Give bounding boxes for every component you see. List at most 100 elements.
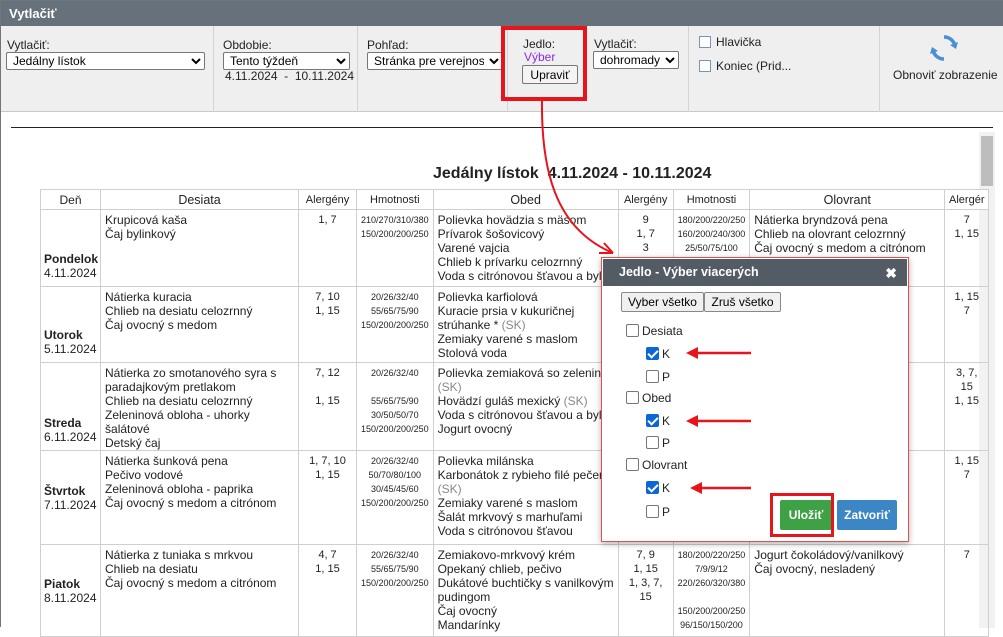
checkbox-olovrant[interactable]: [626, 458, 639, 471]
obed-cell: Polievka hovädzia s mäsom Prívarok šošovi…: [432, 209, 619, 287]
dish: Polievka zemiaková so zelenino: [437, 366, 608, 380]
option-olovrant-p[interactable]: P: [646, 505, 670, 519]
dish: Detský čaj: [105, 436, 161, 450]
weight-value: 150/200/200/250: [677, 606, 746, 616]
allergen-value: 1, 7, 10: [309, 455, 346, 467]
allergen-value: 1, 15: [633, 563, 658, 575]
header-checkbox[interactable]: Hlavička: [699, 35, 761, 49]
scrollbar-thumb[interactable]: [981, 136, 993, 186]
dish: Nátierka zo smotanového syra s: [105, 366, 277, 380]
checkbox-olovrant-p[interactable]: [646, 505, 659, 518]
allergens-cell: 1, 7, 10 1, 15: [298, 450, 358, 545]
allergen-value: 1, 15: [954, 291, 979, 303]
day-cell: Pondelok 4.11.2024: [39, 209, 102, 287]
dish: Zeleninová obloha - paprika: [105, 482, 254, 496]
view-select[interactable]: Stránka pre verejnosť: [367, 52, 503, 70]
allergen-value: 7: [963, 549, 970, 561]
weights-cell: 210/270/310/380 150/200/200/250: [356, 209, 434, 287]
dish: Opekaný chlieb, pečivo: [437, 562, 562, 576]
weight-value: 20/26/32/40: [371, 456, 419, 466]
refresh-button[interactable]: Obnoviť zobrazenie: [879, 26, 1003, 112]
weight-value: 55/65/75/90: [371, 564, 419, 574]
weight-value: 96/150/150/200: [680, 620, 743, 630]
footer-checkbox[interactable]: Koniec (Prid...: [699, 59, 791, 73]
group-desiata[interactable]: Desiata: [626, 324, 683, 338]
weight-value: 150/200/200/250: [361, 229, 429, 239]
dish: Voda s citrónovou šťavou a bylin: [437, 408, 611, 422]
view-label: Pohľad:: [367, 38, 409, 52]
option-label: K: [662, 481, 671, 495]
col-header-weights: Hmotnosti: [356, 189, 434, 210]
annotation-highlight-edit: [501, 26, 587, 101]
allergens-cell: 7, 12 1, 15: [298, 362, 358, 451]
desiata-cell: Nátierka kuracia Chlieb na desiatu celozr…: [100, 286, 300, 363]
dish: Stolová voda: [437, 346, 507, 360]
weight-value: 220/260/320/380: [677, 578, 746, 588]
weights-cell: 20/26/32/40 55/65/75/90 30/50/50/70 150/20…: [356, 362, 434, 451]
group-label: Desiata: [642, 324, 683, 338]
allergens-cell: 1, 7: [298, 209, 358, 287]
dish: Čaj ovocný s medom: [105, 318, 218, 332]
refresh-icon[interactable]: [928, 32, 960, 64]
day-name: Streda: [44, 416, 82, 430]
checkbox-desiata-p[interactable]: [646, 370, 659, 383]
option-obed-k[interactable]: K: [646, 414, 670, 428]
dialog-header: Jedlo - Výber viacerých ✖: [603, 259, 907, 286]
day-cell: Streda 6.11.2024: [39, 362, 102, 451]
weight-value: 7/9/9/12: [695, 564, 728, 574]
close-button[interactable]: Zatvoriť: [837, 500, 897, 530]
print-label: Vytlačiť:: [7, 38, 50, 52]
weight-value: 150/200/200/250: [361, 498, 429, 508]
header-checkbox-icon[interactable]: [699, 36, 711, 48]
weight-value: 20/26/32/40: [371, 368, 419, 378]
day-cell: Piatok 8.11.2024: [39, 544, 102, 637]
option-label: P: [662, 505, 671, 519]
checkbox-desiata[interactable]: [626, 324, 639, 337]
allergen-value: 3, 7, 15: [956, 367, 978, 393]
clear-all-button[interactable]: Zruš všetko: [704, 292, 781, 312]
day-date: 4.11.2024: [44, 266, 97, 280]
dish: Šalát mrkvový s marhuľami: [437, 510, 583, 524]
select-all-button[interactable]: Vyber všetko: [621, 292, 704, 312]
option-olovrant-k[interactable]: K: [646, 481, 670, 495]
obed-cell: Polievka zemiaková so zelenino (SK) Hovädz…: [432, 362, 619, 451]
period-group: Obdobie: Tento týždeň 4.11.2024 - 10.11.…: [214, 26, 358, 112]
checkbox-obed[interactable]: [626, 391, 639, 404]
close-icon[interactable]: ✖: [885, 265, 897, 282]
olovrant-cell: Jogurt čokoládový/vanilkový Čaj ovocný, n…: [749, 544, 946, 637]
dish: Zeleninová obloha - uhorky šalátové: [105, 408, 250, 436]
checkbox-olovrant-k[interactable]: [646, 481, 659, 494]
period-select[interactable]: Tento týždeň: [223, 52, 350, 70]
dish: Nátierka šunková pena: [105, 454, 228, 468]
checkbox-obed-p[interactable]: [646, 436, 659, 449]
checkbox-desiata-k[interactable]: [646, 347, 659, 360]
option-desiata-p[interactable]: P: [646, 370, 670, 384]
period-label: Obdobie:: [223, 38, 272, 52]
day-cell: Utorok 5.11.2024: [39, 286, 102, 363]
window-title: Vytlačiť: [1, 1, 1003, 26]
allergen-value: 1, 7: [636, 228, 655, 240]
checkbox-obed-k[interactable]: [646, 414, 659, 427]
dish: Jogurt čokoládový/vanilkový: [754, 548, 904, 562]
group-obed[interactable]: Obed: [626, 391, 671, 405]
footer-checkbox-icon[interactable]: [699, 60, 711, 72]
desiata-cell: Nátierka z tuniaka s mrkvou Chlieb na des…: [100, 544, 300, 637]
refresh-label: Obnoviť zobrazenie: [893, 68, 998, 82]
allergens-cell: 7, 9 1, 15 1, 3, 7, 15: [617, 544, 674, 637]
group-olovrant[interactable]: Olovrant: [626, 458, 687, 472]
col-header-allergens: Alergény: [298, 189, 358, 210]
desiata-cell: Krupicová kaša Čaj bylinkový: [100, 209, 300, 287]
dish: Chlieb na desiatu celozrnný: [105, 394, 253, 408]
option-label: P: [662, 436, 671, 450]
allergen-value: 4, 7: [318, 549, 337, 561]
allergens-cell: 1, 15 7: [944, 286, 990, 363]
day-cell: Štvrtok 7.11.2024: [39, 450, 102, 545]
dish: Zemiaky varené s maslom: [437, 332, 578, 346]
print-select[interactable]: Jedálny lístok: [6, 52, 205, 70]
print2-select[interactable]: dohromady: [593, 51, 679, 69]
option-desiata-k[interactable]: K: [646, 347, 670, 361]
col-header-weights-2: Hmotnosti: [672, 189, 751, 210]
print-group: Vytlačiť: Jedálny lístok: [1, 26, 214, 112]
option-obed-p[interactable]: P: [646, 436, 670, 450]
dish: Dukátové buchtičky s vanilkovým: [437, 576, 614, 590]
